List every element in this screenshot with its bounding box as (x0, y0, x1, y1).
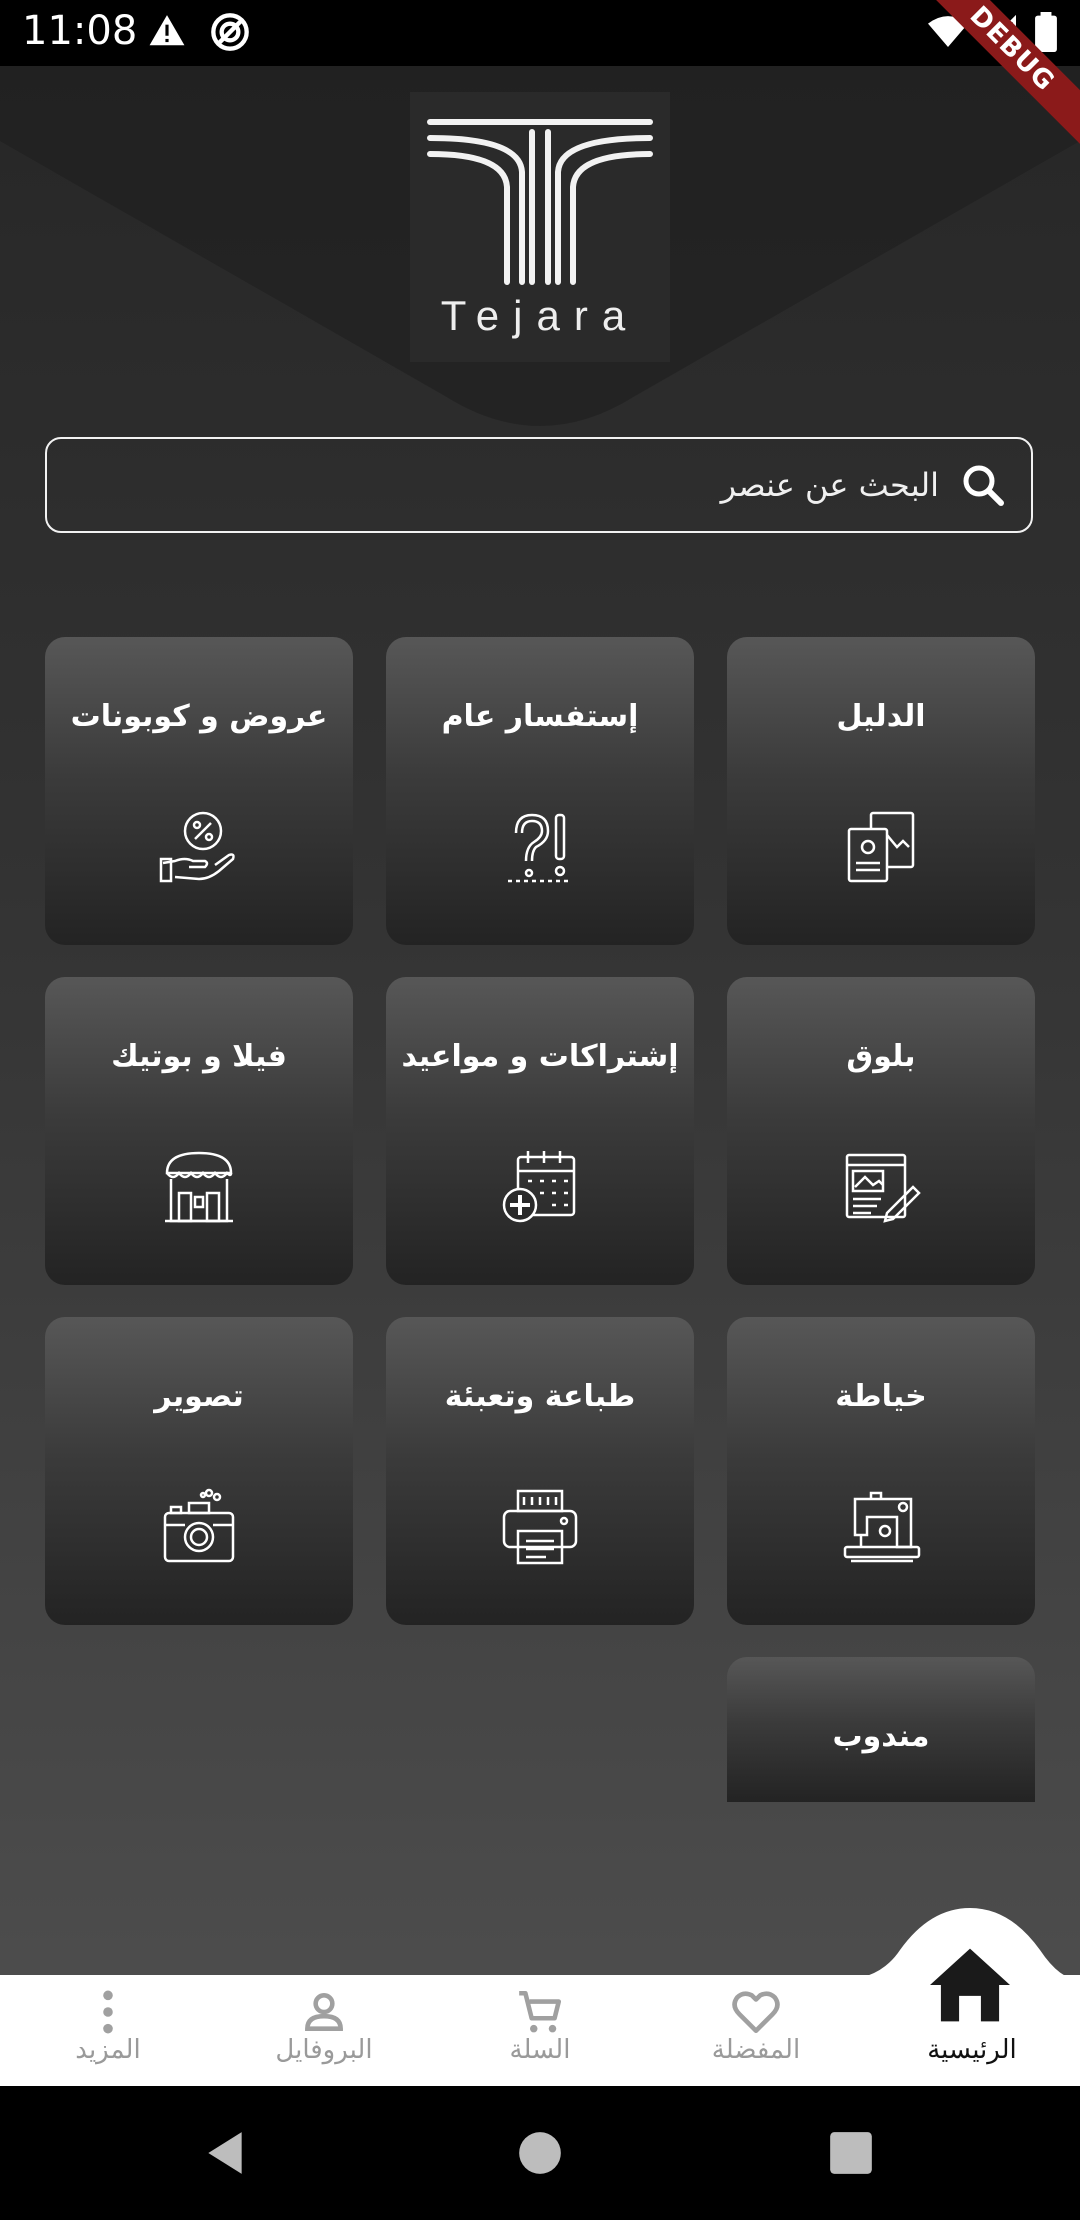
nav-label: السلة (509, 2035, 571, 2065)
category-label: الدليل (836, 699, 926, 734)
category-tile-subscriptions[interactable]: إشتراكات و مواعيد (386, 977, 694, 1285)
more-icon (103, 1990, 113, 2034)
app-screen: 11:08 DEBUG Tejara البحث عن عنصر الدليل … (0, 0, 1080, 2220)
nav-label: المفضلة (711, 2035, 801, 2065)
category-label: طباعة وتعبئة (444, 1379, 636, 1414)
blog-icon (845, 1153, 921, 1223)
search-icon[interactable] (959, 461, 1007, 509)
profile-icon (305, 1993, 343, 2031)
cart-icon (519, 1990, 562, 2033)
search-bar[interactable] (45, 437, 1033, 533)
nav-more[interactable]: المزيد (0, 1975, 216, 2086)
warning-icon (149, 15, 185, 46)
category-label: تصوير (154, 1379, 244, 1414)
bottom-navigation: الرئيسية المفضلة السلة البروفايل المزيد (0, 1975, 1080, 2086)
system-navigation-bar (0, 2086, 1080, 2220)
heart-icon (732, 1991, 780, 2034)
nav-favorites[interactable]: المفضلة (648, 1975, 864, 2086)
nav-label: المزيد (75, 2035, 141, 2065)
nav-profile[interactable]: البروفايل (216, 1975, 432, 2086)
question-icon (508, 813, 572, 883)
nav-cart[interactable]: السلة (432, 1975, 648, 2086)
sewing-machine-icon (843, 1491, 921, 1563)
back-icon[interactable] (200, 2128, 250, 2178)
category-tile-directory[interactable]: الدليل (727, 637, 1035, 945)
status-bar: 11:08 (0, 0, 1080, 66)
directory-icon (847, 811, 915, 883)
tejara-logo: Tejara (410, 92, 670, 362)
category-tile-offers[interactable]: عروض و كوبونات (45, 637, 353, 945)
category-tile-villa-boutique[interactable]: فيلا و بوتيك (45, 977, 353, 1285)
category-label: خياطة (835, 1379, 927, 1414)
logo-text: Tejara (440, 292, 640, 339)
sync-icon (211, 13, 249, 51)
category-tile-inquiry[interactable]: إستفسار عام (386, 637, 694, 945)
home-icon[interactable] (925, 1945, 1015, 2025)
nav-label: الرئيسية (927, 2035, 1017, 2065)
category-tile-photography[interactable]: تصوير (45, 1317, 353, 1625)
discount-hand-icon (159, 811, 235, 883)
category-label: إستفسار عام (441, 699, 639, 734)
home-circle-icon[interactable] (515, 2128, 565, 2178)
camera-icon (163, 1488, 235, 1563)
calendar-add-icon (502, 1151, 576, 1223)
category-tile-printing[interactable]: طباعة وتعبئة (386, 1317, 694, 1625)
nav-bump (840, 1908, 1080, 1980)
search-input[interactable] (117, 465, 941, 505)
battery-icon (1035, 12, 1057, 52)
printer-icon (502, 1489, 578, 1565)
category-label: بلوق (846, 1039, 916, 1074)
recents-icon[interactable] (826, 2128, 876, 2178)
status-time: 11:08 (22, 8, 138, 54)
category-label: إشتراكات و مواعيد (401, 1039, 679, 1074)
nav-label: البروفايل (275, 2035, 373, 2065)
category-tile-delegate[interactable]: مندوب (727, 1657, 1035, 1802)
category-tile-blog[interactable]: بلوق (727, 977, 1035, 1285)
category-label: فيلا و بوتيك (111, 1039, 287, 1074)
category-tile-tailoring[interactable]: خياطة (727, 1317, 1035, 1625)
category-label: مندوب (832, 1719, 930, 1754)
category-label: عروض و كوبونات (70, 699, 328, 734)
logo-mark-icon (427, 119, 653, 285)
shop-icon (165, 1151, 233, 1223)
